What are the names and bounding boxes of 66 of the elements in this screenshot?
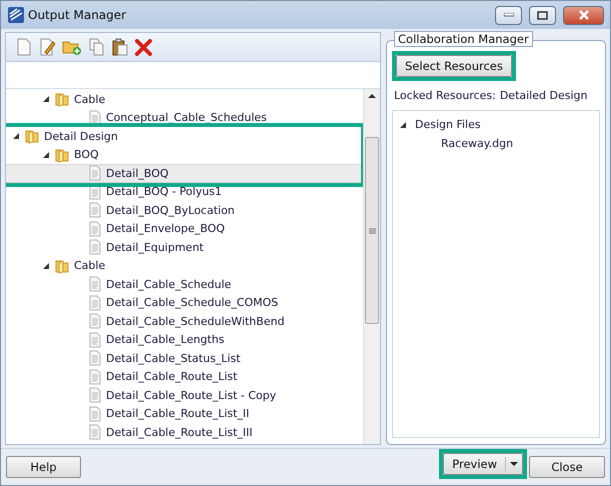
expander-icon[interactable]: [12, 132, 20, 140]
document-icon: [89, 387, 101, 404]
app-logo-icon: [7, 6, 25, 24]
minimize-button[interactable]: [495, 6, 522, 24]
tree-item[interactable]: Cable: [6, 90, 363, 108]
folder-icon: [55, 91, 69, 108]
tree-item[interactable]: Design Files: [399, 115, 593, 134]
maximize-button[interactable]: [529, 6, 556, 24]
locked-resources-label: Locked Resources:: [394, 89, 496, 102]
minimize-icon: [504, 13, 514, 17]
document-icon: [89, 276, 101, 292]
tree-item[interactable]: Cable: [6, 256, 363, 275]
expander-icon[interactable]: [42, 150, 50, 159]
document-icon: [89, 313, 101, 330]
preview-button[interactable]: Preview: [443, 453, 523, 475]
delete-icon[interactable]: [135, 38, 152, 56]
scrollbar[interactable]: [363, 89, 380, 444]
tree-item[interactable]: Detail_Cable_Route_List: [6, 368, 363, 386]
new-document-icon[interactable]: [16, 38, 32, 56]
tree-item[interactable]: Detail_Equipment: [6, 238, 363, 256]
document-icon: [89, 368, 101, 385]
document-icon: [89, 424, 101, 440]
edit-icon[interactable]: [39, 38, 55, 56]
tree-item[interactable]: Detail_Cable_Schedule: [6, 275, 363, 294]
expander-icon[interactable]: [42, 262, 50, 270]
window-title: Output Manager: [28, 8, 128, 22]
tree-item[interactable]: BOQ: [6, 146, 361, 164]
tree-item[interactable]: Detail_Envelope_BOQ: [6, 220, 363, 238]
document-icon: [89, 350, 101, 366]
document-icon: [89, 202, 101, 218]
tree-item[interactable]: Detail_Cable_Schedule_COMOS: [6, 294, 363, 312]
document-icon: [89, 406, 101, 422]
group-title: Collaboration Manager: [394, 31, 533, 47]
tree-item[interactable]: Detail_Cable_Status_List: [6, 349, 363, 368]
folder-icon: [55, 146, 69, 163]
document-icon: [89, 110, 101, 126]
tree-item[interactable]: Detail_Cable_Route_List - Copy: [6, 386, 363, 404]
expander-icon[interactable]: [399, 120, 407, 128]
tree-item[interactable]: Detail_Cable_Lengths: [6, 330, 363, 349]
tree-item[interactable]: Raceway.dgn: [399, 134, 593, 153]
tree-item[interactable]: Detail Design: [6, 127, 361, 146]
maximize-icon: [537, 10, 548, 20]
tree-item[interactable]: Detail_BOQ - Polyus1: [6, 182, 363, 201]
copy-icon[interactable]: [89, 38, 105, 56]
help-button[interactable]: Help: [6, 456, 81, 478]
close-button[interactable]: Close: [529, 456, 605, 478]
close-icon: [578, 10, 590, 20]
tree-item[interactable]: Detail_Cable_ScheduleWithBend: [6, 312, 363, 330]
locked-resources-value: Detailed Design: [500, 89, 588, 102]
tree-item[interactable]: Detail_BOQ: [6, 164, 361, 182]
document-icon: [89, 165, 101, 182]
tree-item[interactable]: Detail_BOQ_ByLocation: [6, 201, 363, 220]
folder-icon: [55, 258, 69, 274]
expander-icon[interactable]: [42, 95, 50, 104]
grip-icon: [368, 228, 376, 234]
tree-item[interactable]: Detail_Cable_Route_List_III: [6, 423, 363, 442]
close-window-button[interactable]: [563, 6, 604, 24]
tree-item[interactable]: Detail_Cable_Route_List_II: [6, 404, 363, 423]
document-icon: [89, 294, 101, 311]
folder-icon: [25, 128, 39, 144]
document-icon: [89, 220, 101, 237]
document-icon: [89, 332, 101, 348]
document-icon: [89, 239, 101, 256]
paste-icon[interactable]: [112, 38, 128, 56]
tree-item[interactable]: Conceptual_Cable_Schedules: [6, 108, 363, 127]
select-resources-button[interactable]: Select Resources: [396, 55, 512, 77]
